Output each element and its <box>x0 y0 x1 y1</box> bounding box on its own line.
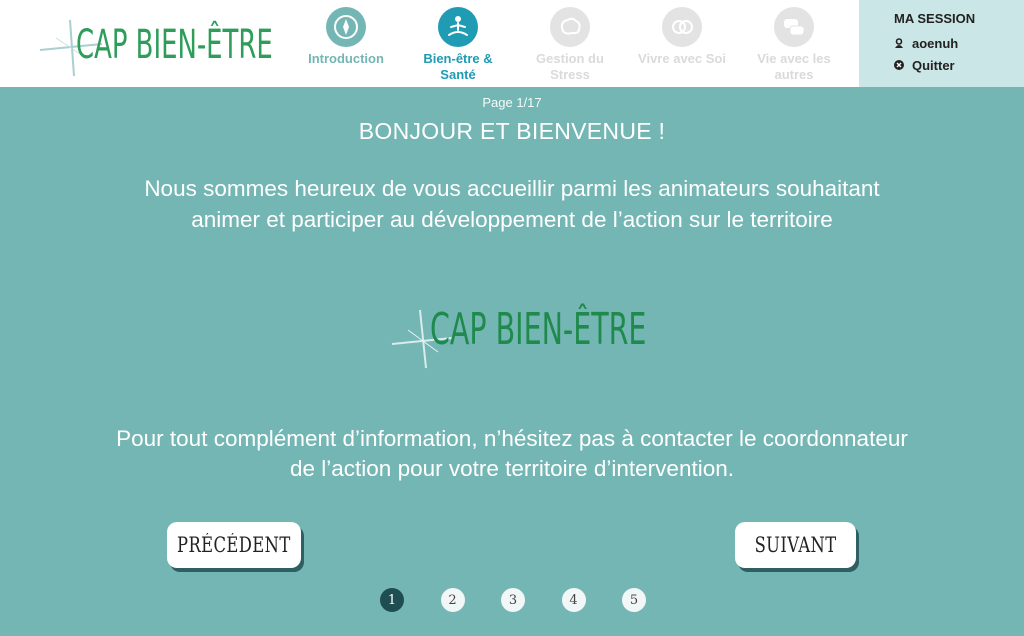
previous-button[interactable]: PRÉCÉDENT <box>167 522 301 568</box>
next-button[interactable]: SUIVANT <box>735 522 856 568</box>
nav-label: Vivre avec Soi <box>638 51 726 66</box>
main-nav: Introduction Bien-être & Santé Gestion d… <box>290 0 850 87</box>
next-label: SUIVANT <box>754 533 837 557</box>
nav-item-gestion-stress[interactable]: Gestion du Stress <box>514 0 626 87</box>
contact-text: Pour tout complément d’information, n’hé… <box>116 426 908 481</box>
quit-label: Quitter <box>912 57 955 73</box>
pagination: 1 2 3 4 5 <box>380 588 683 612</box>
brain-icon <box>550 7 590 47</box>
page-dot-1[interactable]: 1 <box>380 588 404 612</box>
session-title: MA SESSION <box>894 11 976 26</box>
app-logo[interactable]: CAP BIEN-ÊTRE <box>36 14 276 77</box>
logo-text: CAP BIEN-ÊTRE <box>430 304 647 355</box>
logo-text: CAP BIEN-ÊTRE <box>76 22 273 68</box>
intro-text: Nous sommes heureux de vous accueillir p… <box>144 176 880 232</box>
page-dot-2[interactable]: 2 <box>440 588 465 612</box>
previous-label: PRÉCÉDENT <box>177 533 291 557</box>
page-dot-3[interactable]: 3 <box>501 588 525 612</box>
nav-label: Introduction <box>308 51 384 66</box>
username: aoenuh <box>912 35 959 51</box>
page-dot-4[interactable]: 4 <box>561 588 586 612</box>
header: CAP BIEN-ÊTRE Introduction Bien-être & S… <box>0 0 1024 87</box>
page-counter: Page 1/17 <box>482 95 542 110</box>
session-user[interactable]: aoenuh <box>894 32 1024 54</box>
page-title: BONJOUR ET BIENVENUE ! <box>358 118 666 144</box>
page-dot-5[interactable]: 5 <box>622 588 646 612</box>
faces-icon <box>662 7 702 47</box>
meditation-icon <box>438 7 478 47</box>
nav-item-vie-avec-autres[interactable]: Vie avec les autres <box>738 0 850 87</box>
nav-label: Vie avec les autres <box>757 51 831 82</box>
close-icon <box>894 60 904 70</box>
nav-item-introduction[interactable]: Introduction <box>290 0 402 87</box>
center-logo: CAP BIEN-ÊTRE <box>390 302 650 374</box>
nav-label: Gestion du Stress <box>536 51 604 82</box>
quit-button[interactable]: Quitter <box>894 54 1024 76</box>
user-icon <box>894 38 904 48</box>
nav-item-vivre-avec-soi[interactable]: Vivre avec Soi <box>626 0 738 87</box>
session-panel: MA SESSION aoenuh Quitter <box>859 0 1024 87</box>
nav-label: Bien-être & Santé <box>423 51 493 82</box>
compass-icon <box>326 7 366 47</box>
nav-item-bien-etre-sante[interactable]: Bien-être & Santé <box>402 0 514 87</box>
speech-bubbles-icon <box>774 7 814 47</box>
